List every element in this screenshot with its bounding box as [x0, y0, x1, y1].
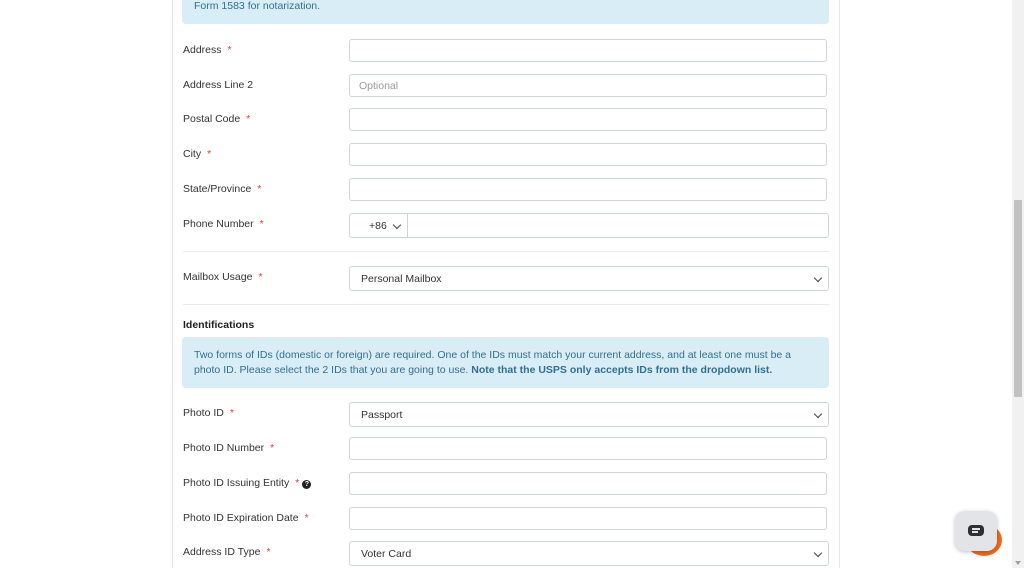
- mailbox-usage-select[interactable]: Personal Mailbox: [349, 266, 829, 291]
- chevron-down-icon: [813, 548, 823, 558]
- state-province-label: State/Province *: [183, 183, 262, 195]
- chevron-down-icon: [813, 273, 823, 283]
- address-id-type-value: Voter Card: [361, 548, 412, 560]
- divider: [183, 304, 829, 305]
- photo-id-issuing-entity-row: Photo ID Issuing Entity *?: [183, 472, 829, 497]
- question-circle-icon[interactable]: ?: [302, 480, 312, 489]
- photo-id-number-row: Photo ID Number *: [183, 437, 829, 462]
- identifications-notice-bold: Note that the USPS only accepts IDs from…: [471, 363, 773, 376]
- postal-code-row: Postal Code *: [183, 108, 829, 133]
- address-line-2-row: Address Line 2: [183, 74, 829, 99]
- photo-id-row: Photo ID * Passport: [183, 402, 829, 427]
- photo-id-number-input[interactable]: [349, 437, 827, 460]
- required-marker: *: [257, 183, 262, 195]
- vertical-scrollbar[interactable]: [1012, 0, 1024, 568]
- required-marker: *: [207, 148, 212, 160]
- top-notice: Form 1583 for notarization.: [182, 0, 829, 24]
- scrollbar-thumb[interactable]: [1014, 200, 1022, 397]
- required-marker: *: [266, 546, 271, 558]
- phone-number-row: Phone Number * +86: [183, 213, 829, 238]
- state-province-input[interactable]: [349, 178, 827, 201]
- required-marker: *: [258, 271, 263, 283]
- chat-bubble-icon: [968, 525, 984, 536]
- mailbox-usage-value: Personal Mailbox: [361, 273, 442, 285]
- required-marker: *: [270, 442, 275, 454]
- photo-id-issuing-entity-input[interactable]: [349, 472, 827, 495]
- chat-launcher-button[interactable]: [955, 511, 997, 551]
- country-code-value: +86: [369, 220, 387, 232]
- chevron-down-icon: [813, 409, 823, 419]
- address-label: Address *: [183, 44, 232, 56]
- state-province-row: State/Province *: [183, 178, 829, 203]
- required-marker: *: [259, 218, 264, 230]
- identifications-notice: Two forms of IDs (domestic or foreign) a…: [182, 337, 829, 388]
- phone-number-label: Phone Number *: [183, 218, 264, 230]
- required-marker: *: [246, 113, 251, 125]
- photo-id-value: Passport: [361, 409, 403, 421]
- photo-id-issuing-entity-label: Photo ID Issuing Entity *?: [183, 477, 312, 489]
- postal-code-input[interactable]: [349, 108, 827, 131]
- required-marker: *: [304, 512, 309, 524]
- photo-id-expiration-date-input[interactable]: [349, 507, 827, 530]
- photo-id-select[interactable]: Passport: [349, 402, 829, 427]
- postal-code-label: Postal Code *: [183, 113, 251, 125]
- photo-id-expiration-date-label: Photo ID Expiration Date *: [183, 512, 309, 524]
- photo-id-label: Photo ID *: [183, 407, 234, 419]
- divider: [183, 251, 829, 252]
- photo-id-expiration-date-row: Photo ID Expiration Date *: [183, 507, 829, 532]
- city-label: City *: [183, 148, 212, 160]
- photo-id-number-label: Photo ID Number *: [183, 442, 275, 454]
- city-input[interactable]: [349, 143, 827, 166]
- country-code-select[interactable]: +86: [349, 213, 408, 238]
- address-id-type-label: Address ID Type *: [183, 546, 271, 558]
- required-marker: *: [227, 44, 232, 56]
- address-row: Address *: [183, 39, 829, 64]
- page: Form 1583 for notarization. Address * Add…: [0, 0, 1024, 568]
- required-marker: *: [229, 407, 234, 419]
- address-id-type-row: Address ID Type * Voter Card: [183, 541, 829, 566]
- top-notice-text: Form 1583 for notarization.: [194, 0, 321, 12]
- mailbox-usage-row: Mailbox Usage * Personal Mailbox: [183, 266, 829, 291]
- mailbox-usage-label: Mailbox Usage *: [183, 271, 263, 283]
- address-id-type-select[interactable]: Voter Card: [349, 541, 829, 566]
- required-marker: *: [295, 477, 300, 489]
- identifications-heading: Identifications: [183, 319, 255, 331]
- phone-number-input[interactable]: [407, 213, 829, 238]
- city-row: City *: [183, 143, 829, 168]
- address-line-2-input[interactable]: [349, 74, 827, 97]
- chevron-down-icon: [392, 220, 402, 230]
- scroll-down-arrow-icon[interactable]: [1015, 561, 1021, 565]
- address-input[interactable]: [349, 39, 827, 62]
- address-line-2-label: Address Line 2: [183, 79, 254, 91]
